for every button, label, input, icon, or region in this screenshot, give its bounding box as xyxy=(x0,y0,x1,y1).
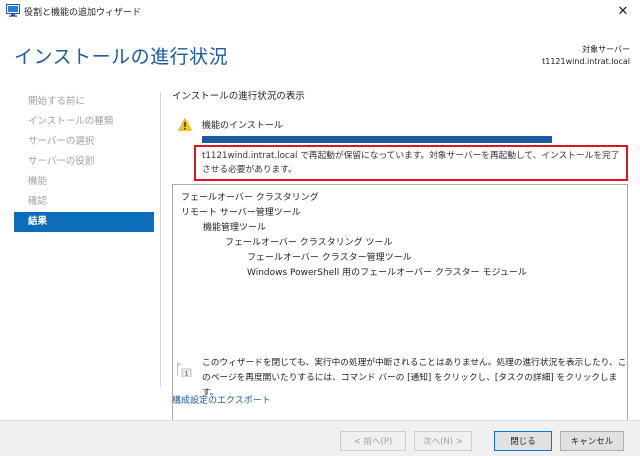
wizard-nav: 開始する前に インストールの種類 サーバーの選択 サーバーの役割 機能 確認 結… xyxy=(14,92,154,232)
server-manager-icon xyxy=(6,4,20,17)
nav-divider xyxy=(160,92,161,387)
nav-item-installation-type: インストールの種類 xyxy=(28,116,114,127)
feature-tree-item: フェールオーバー クラスタリング ツール xyxy=(225,238,393,248)
nav-item-server-roles: サーバーの役割 xyxy=(28,156,95,167)
next-button[interactable]: 次へ(N) > xyxy=(414,431,472,451)
close-button[interactable]: 閉じる xyxy=(494,431,552,451)
cancel-button[interactable]: キャンセル xyxy=(560,431,624,451)
target-server: 対象サーバー t1121wind.intrat.local xyxy=(542,44,630,68)
feature-tree-item: 機能管理ツール xyxy=(203,223,267,233)
nav-item-server-selection: サーバーの選択 xyxy=(28,136,95,147)
warning-icon xyxy=(178,118,192,131)
nav-item-confirmation: 確認 xyxy=(28,196,48,207)
feature-tree-item: Windows PowerShell 用のフェールオーバー クラスター モジュー… xyxy=(247,268,527,278)
feature-install-label: 機能のインストール xyxy=(202,121,283,131)
previous-button[interactable]: < 前へ(P) xyxy=(340,431,406,451)
feature-tree-item: フェールオーバー クラスタリング xyxy=(181,193,319,203)
wizard-footer: < 前へ(P) 次へ(N) > 閉じる キャンセル xyxy=(0,420,640,456)
main-content: インストールの進行状況の表示 機能のインストール t1121wind.intra… xyxy=(172,90,630,436)
nav-item-before-you-begin: 開始する前に xyxy=(28,96,86,107)
page-title: インストールの進行状況 xyxy=(14,46,229,68)
feature-tree-item: リモート サーバー管理ツール xyxy=(181,208,301,218)
restart-pending-notice: t1121wind.intrat.local で再起動が保留になっています。対象… xyxy=(194,145,628,181)
notification-badge: 1 xyxy=(184,370,188,378)
close-icon: ✕ xyxy=(617,3,629,19)
feature-tree-item: フェールオーバー クラスター管理ツール xyxy=(247,253,412,263)
install-progress-bar xyxy=(202,136,552,143)
title-bar: 役割と機能の追加ウィザード ✕ xyxy=(0,0,640,22)
target-server-value: t1121wind.intrat.local xyxy=(542,57,630,66)
window-title: 役割と機能の追加ウィザード xyxy=(24,8,142,18)
export-settings-link[interactable]: 構成設定のエクスポート xyxy=(172,393,271,406)
nav-item-features: 機能 xyxy=(28,176,48,187)
section-title: インストールの進行状況の表示 xyxy=(172,91,305,102)
nav-item-results[interactable]: 結果 xyxy=(14,212,154,232)
close-window-button[interactable]: ✕ xyxy=(606,0,640,22)
target-server-label: 対象サーバー xyxy=(582,45,630,54)
notification-flag-icon: 1 xyxy=(177,362,192,378)
progress-fill xyxy=(202,136,552,143)
